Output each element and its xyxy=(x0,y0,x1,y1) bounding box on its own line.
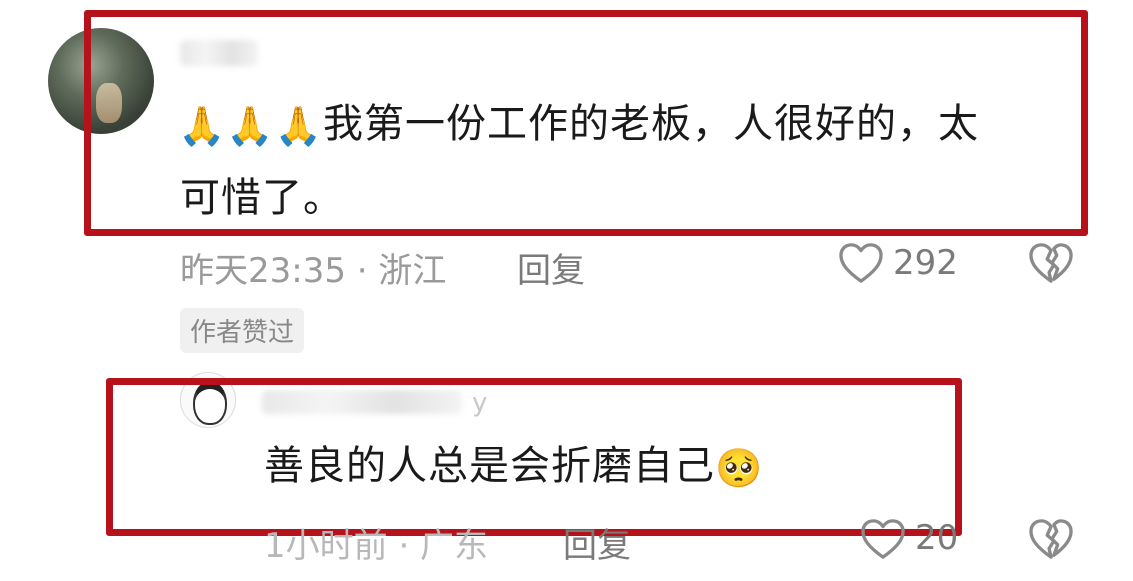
reply-like-count: 20 xyxy=(915,518,959,558)
reply-reply-button[interactable]: 回复 xyxy=(563,518,631,567)
comment-like-count: 292 xyxy=(893,243,958,283)
comment-time-location: 昨天23:35 · 浙江 xyxy=(180,251,447,291)
reply-time-location: 1小时前 · 广东 xyxy=(264,526,489,566)
reply-like-heart-icon[interactable] xyxy=(860,518,906,560)
like-heart-icon[interactable] xyxy=(838,242,884,284)
reply-dislike-broken-heart-icon[interactable] xyxy=(1028,518,1074,560)
highlight-box-comment xyxy=(84,10,1088,236)
dislike-broken-heart-icon[interactable] xyxy=(1028,242,1074,284)
highlight-box-reply xyxy=(106,378,962,536)
comment-reply-button[interactable]: 回复 xyxy=(517,243,585,292)
author-liked-badge: 作者赞过 xyxy=(180,308,305,353)
